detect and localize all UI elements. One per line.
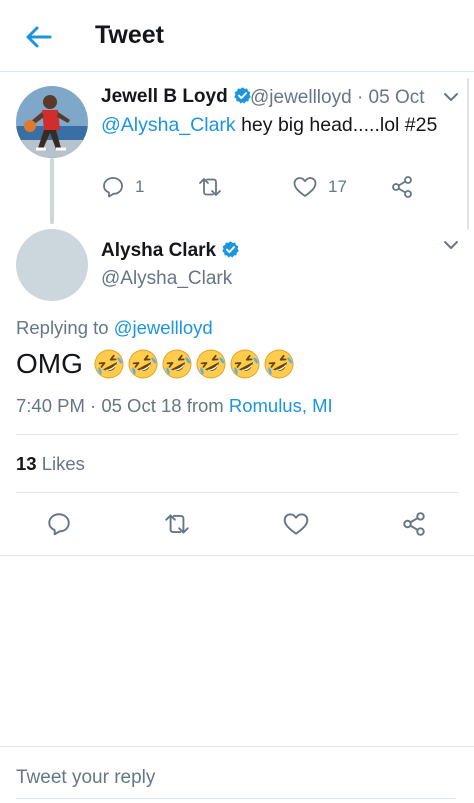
timestamp: 7:40 PM · 05 Oct 18	[16, 395, 182, 416]
tweet-body: OMG	[16, 348, 83, 379]
basketball-player-photo	[16, 86, 88, 158]
divider	[16, 492, 458, 493]
avatar[interactable]	[16, 229, 88, 301]
share-button[interactable]	[401, 511, 427, 537]
reply-icon	[48, 513, 70, 536]
rolling-on-floor-laughing-emoji-icon	[162, 349, 192, 379]
emoji-row	[91, 348, 295, 380]
author-name-text: Alysha Clark	[101, 240, 217, 261]
rolling-on-floor-laughing-emoji-icon	[264, 349, 294, 379]
author-name[interactable]: Alysha Clark	[101, 240, 240, 262]
avatar[interactable]	[16, 86, 88, 158]
chevron-down-icon	[444, 241, 458, 249]
like-count: 17	[328, 177, 347, 196]
location-link[interactable]: Romulus, MI	[229, 395, 333, 416]
rolling-on-floor-laughing-emoji-icon	[196, 349, 226, 379]
reply-button[interactable]: 1	[101, 175, 144, 199]
author-name-text: Jewell B Loyd	[101, 86, 228, 107]
likes-count: 13	[16, 453, 37, 474]
rolling-on-floor-laughing-emoji-icon	[230, 349, 260, 379]
heart-icon	[283, 513, 309, 535]
rolling-on-floor-laughing-emoji-icon	[94, 349, 124, 379]
from-label: from	[181, 395, 229, 416]
reply-button[interactable]	[46, 511, 72, 537]
reply-underline	[16, 798, 456, 799]
verified-badge-icon	[222, 241, 240, 258]
top-bar: Tweet	[0, 0, 474, 72]
scroll-indicator[interactable]	[467, 78, 469, 230]
retweet-button[interactable]	[196, 175, 224, 199]
share-icon	[392, 176, 412, 198]
like-button[interactable]: 17	[292, 175, 347, 199]
back-button[interactable]	[22, 22, 54, 52]
heart-icon	[293, 177, 317, 197]
page-title: Tweet	[95, 21, 164, 49]
like-button[interactable]	[282, 511, 310, 537]
author-handle: @Alysha_Clark	[101, 268, 233, 289]
retweet-icon	[199, 178, 221, 196]
retweet-button[interactable]	[162, 511, 192, 537]
tweet-menu-button[interactable]	[442, 90, 460, 108]
tweet-menu-button[interactable]	[442, 238, 460, 256]
tweet-meta: 7:40 PM · 05 Oct 18 from Romulus, MI	[16, 395, 333, 417]
reply-bar	[0, 746, 474, 803]
share-icon	[403, 512, 425, 536]
likes-summary[interactable]: 13 Likes	[16, 453, 85, 475]
tweet-body: hey big head.....lol #25	[235, 114, 438, 136]
replying-mention-link[interactable]: @jewellloyd	[114, 317, 213, 338]
replying-prefix: Replying to	[16, 317, 114, 338]
author-handle-date: @jewellloyd · 05 Oct	[250, 87, 425, 108]
replying-to: Replying to @jewellloyd	[16, 317, 213, 339]
share-button[interactable]	[390, 175, 414, 199]
tweet-text: @Alysha_Clark hey big head.....lol #25	[101, 114, 437, 137]
thread-connector	[50, 158, 54, 224]
reply-input[interactable]	[16, 767, 456, 789]
author-name[interactable]: Jewell B Loyd	[101, 86, 252, 108]
reply-count: 1	[135, 177, 145, 196]
divider	[0, 555, 474, 556]
retweet-icon	[165, 514, 189, 534]
back-arrow-icon	[26, 26, 52, 48]
divider	[16, 434, 458, 435]
rolling-on-floor-laughing-emoji-icon	[128, 349, 158, 379]
reply-icon	[103, 177, 123, 198]
tweet-text: OMG	[16, 348, 295, 380]
chevron-down-icon	[444, 93, 458, 101]
likes-label: Likes	[36, 453, 85, 474]
mention-link[interactable]: @Alysha_Clark	[101, 114, 236, 136]
